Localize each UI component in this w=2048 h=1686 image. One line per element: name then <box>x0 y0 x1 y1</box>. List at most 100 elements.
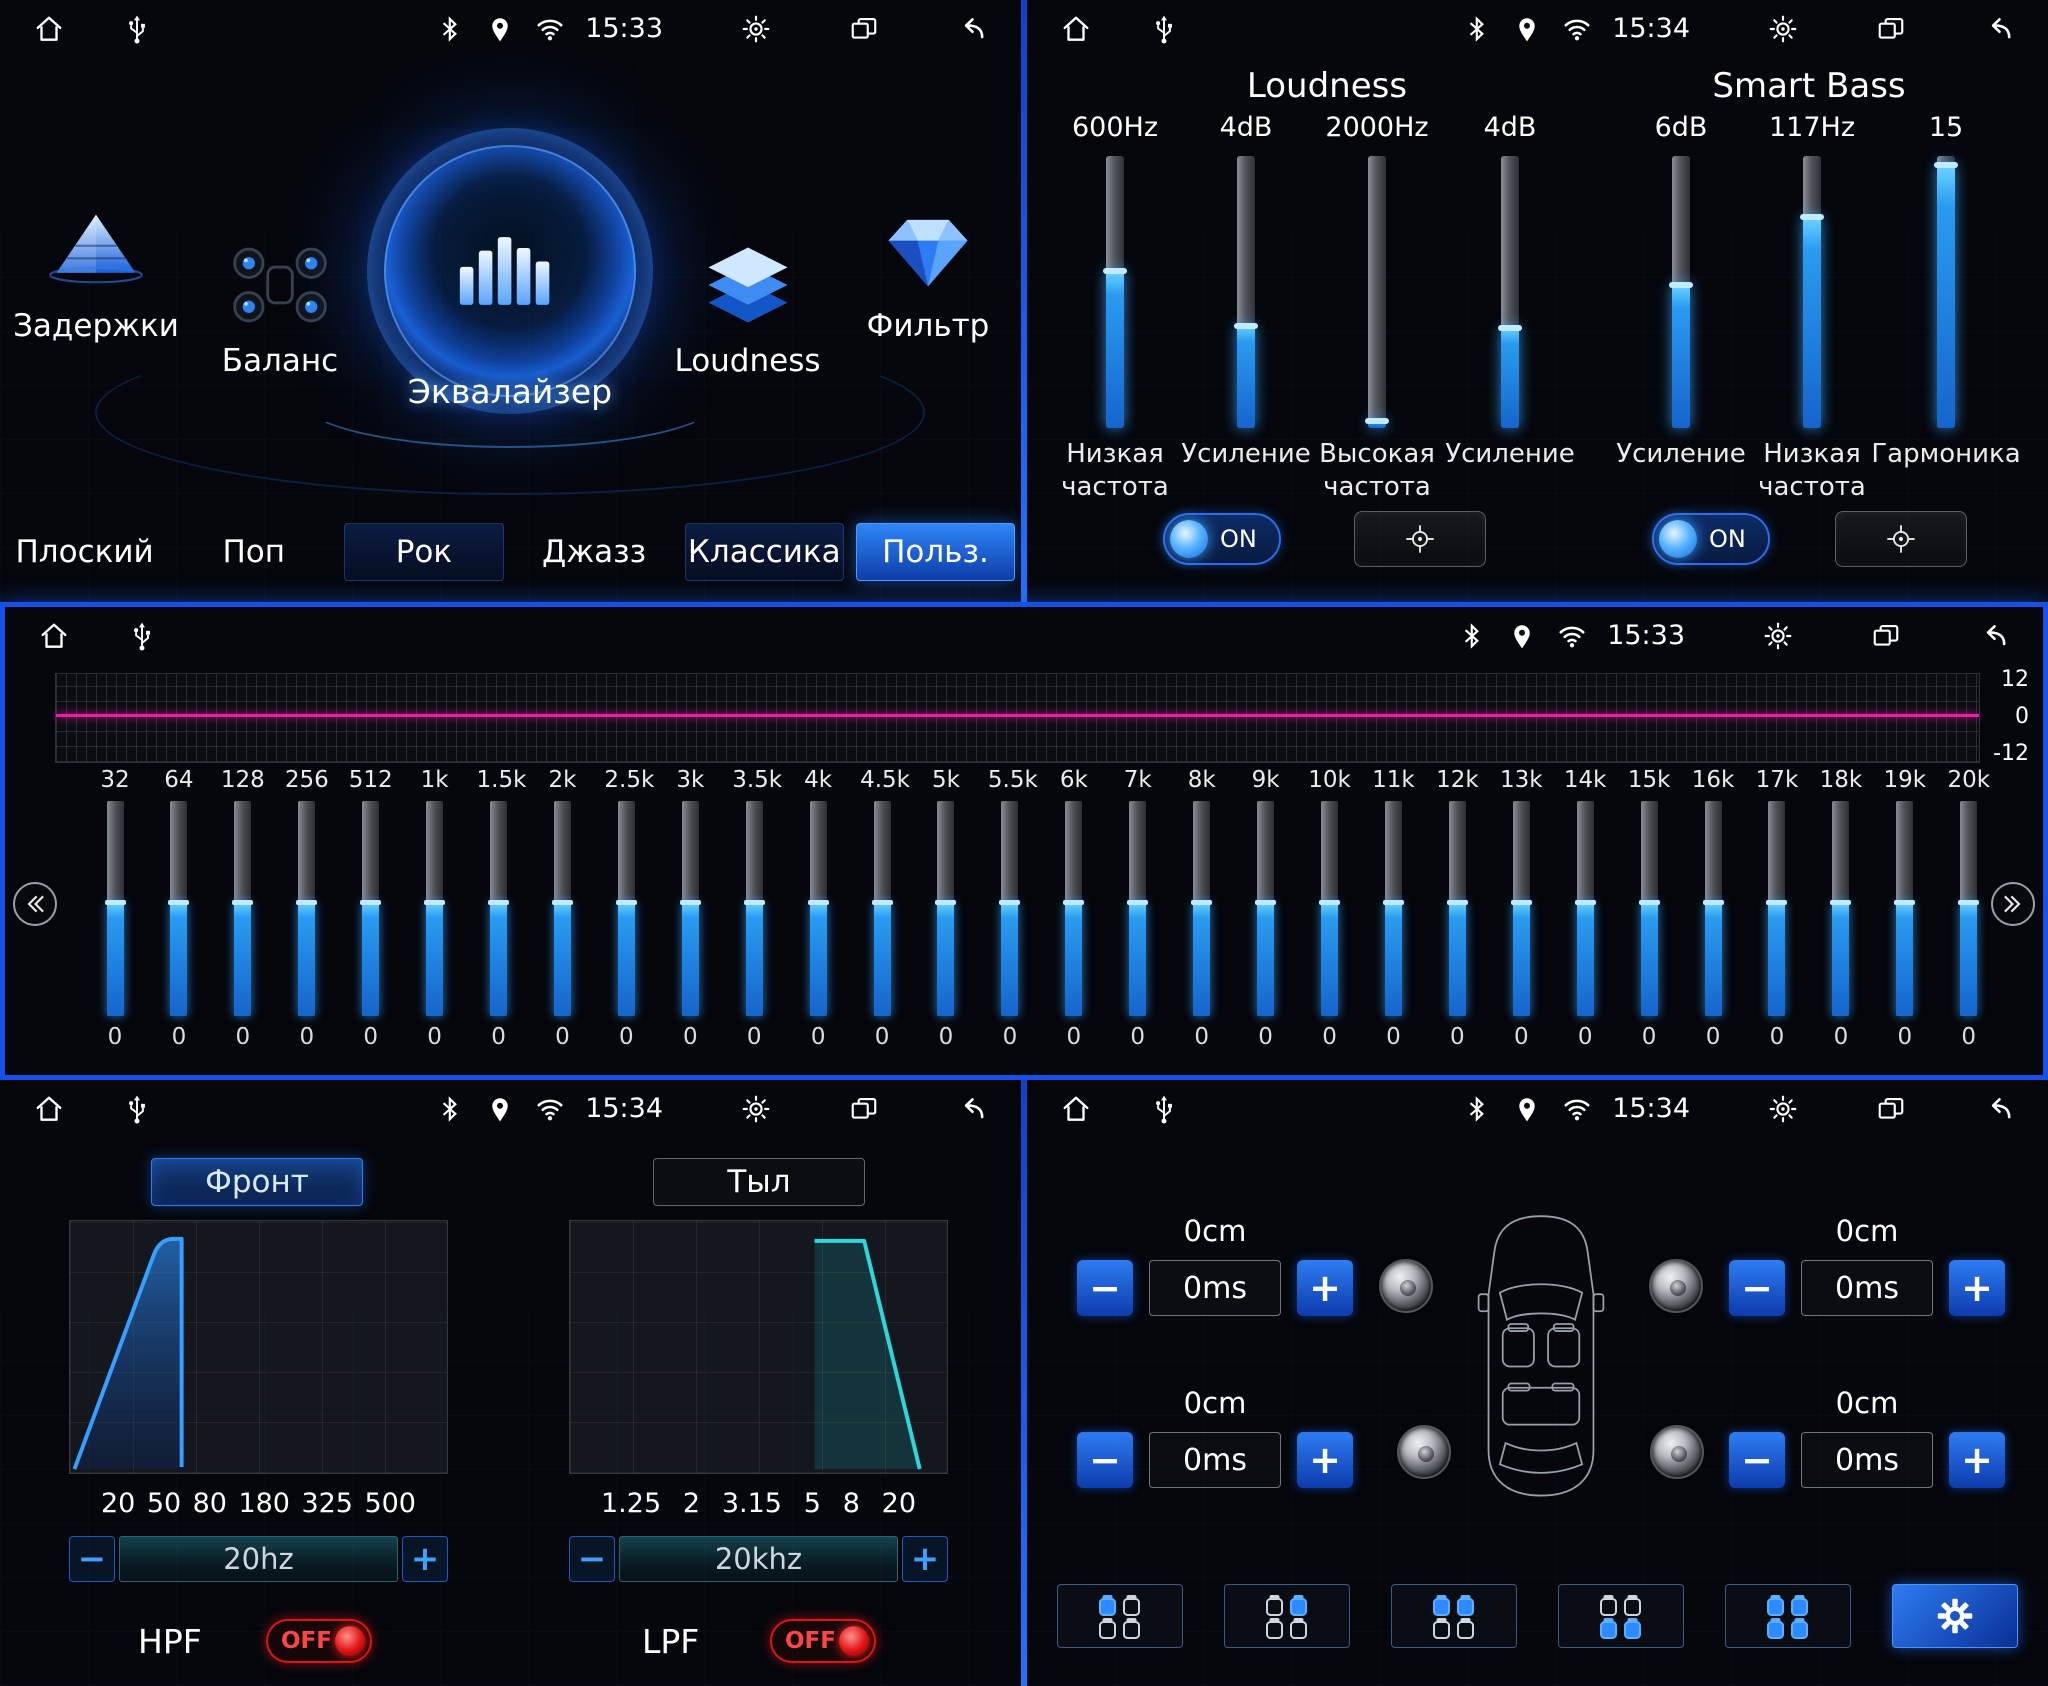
band-slider[interactable] <box>1193 801 1210 1016</box>
band-slider[interactable] <box>1960 801 1977 1016</box>
home-icon[interactable] <box>34 1094 64 1124</box>
home-icon[interactable] <box>1061 1094 1091 1124</box>
slider-track[interactable] <box>1106 156 1124 428</box>
delay-decrease-button[interactable]: − <box>1077 1260 1133 1316</box>
back-icon[interactable] <box>1984 14 2014 44</box>
lpf-frequency-bar[interactable]: 20khz <box>619 1536 898 1582</box>
channel-tab-rear[interactable]: Тыл <box>653 1158 865 1206</box>
loudness-reset-button[interactable] <box>1354 511 1486 567</box>
hpf-decrease-button[interactable]: − <box>69 1536 115 1582</box>
listening-position-passenger[interactable] <box>1224 1584 1350 1648</box>
menu-item-loudness[interactable]: Loudness <box>650 235 845 379</box>
slider-track[interactable] <box>1501 156 1519 428</box>
back-icon[interactable] <box>1984 1094 2014 1124</box>
band-slider[interactable] <box>874 801 891 1016</box>
slider-track[interactable] <box>1672 156 1690 428</box>
band-slider[interactable] <box>1449 801 1466 1016</box>
band-slider[interactable] <box>682 801 699 1016</box>
brightness-icon[interactable] <box>1768 14 1798 44</box>
channel-tab-front[interactable]: Фронт <box>151 1158 363 1206</box>
slider-track[interactable] <box>1937 156 1955 428</box>
delay-decrease-button[interactable]: − <box>1077 1432 1133 1488</box>
slider-track[interactable] <box>1803 156 1821 428</box>
lpf-graph <box>569 1220 948 1474</box>
brightness-icon[interactable] <box>741 14 771 44</box>
band-slider[interactable] <box>234 801 251 1016</box>
lpf-increase-button[interactable]: + <box>902 1536 948 1582</box>
delay-group-front-right: 0cm−0ms+ <box>1729 1214 2005 1316</box>
delay-settings-button[interactable] <box>1892 1584 2018 1648</box>
eq-preset[interactable]: Классика <box>685 523 844 581</box>
menu-item-equalizer[interactable]: Эквалайзер <box>355 128 665 448</box>
back-icon[interactable] <box>957 1094 987 1124</box>
band-slider[interactable] <box>937 801 954 1016</box>
delay-increase-button[interactable]: + <box>1297 1260 1353 1316</box>
eq-preset[interactable]: Польз. <box>856 523 1015 581</box>
home-icon[interactable] <box>34 14 64 44</box>
band-slider[interactable] <box>1129 801 1146 1016</box>
back-icon[interactable] <box>957 14 987 44</box>
eq-preset[interactable]: Джазз <box>516 523 673 581</box>
home-icon[interactable] <box>1061 14 1091 44</box>
brightness-icon[interactable] <box>741 1094 771 1124</box>
band-slider[interactable] <box>1257 801 1274 1016</box>
menu-item-filter[interactable]: Фильтр <box>838 200 1018 344</box>
band-slider[interactable] <box>746 801 763 1016</box>
band-slider[interactable] <box>1513 801 1530 1016</box>
eq-preset[interactable]: Рок <box>344 523 503 581</box>
hpf-frequency-bar[interactable]: 20hz <box>119 1536 398 1582</box>
band-slider[interactable] <box>1768 801 1785 1016</box>
band-slider[interactable] <box>1321 801 1338 1016</box>
band-slider[interactable] <box>1065 801 1082 1016</box>
slider-track[interactable] <box>1237 156 1255 428</box>
slider-track[interactable] <box>1368 156 1386 428</box>
lpf-toggle[interactable]: OFF <box>770 1619 876 1663</box>
listening-position-rear[interactable] <box>1558 1584 1684 1648</box>
delay-increase-button[interactable]: + <box>1297 1432 1353 1488</box>
band-slider[interactable] <box>107 801 124 1016</box>
band-slider[interactable] <box>1641 801 1658 1016</box>
brightness-icon[interactable] <box>1763 621 1793 651</box>
eq-preset[interactable]: Поп <box>175 523 332 581</box>
listening-position-driver[interactable] <box>1057 1584 1183 1648</box>
eq-preset[interactable]: Плоский <box>6 523 163 581</box>
band-slider[interactable] <box>1001 801 1018 1016</box>
band-slider[interactable] <box>426 801 443 1016</box>
smartbass-reset-button[interactable] <box>1835 511 1967 567</box>
recent-apps-icon[interactable] <box>849 1094 879 1124</box>
prev-page-button[interactable] <box>13 882 57 926</box>
recent-apps-icon[interactable] <box>849 14 879 44</box>
hpf-toggle[interactable]: OFF <box>266 1619 372 1663</box>
listening-position-all[interactable] <box>1725 1584 1851 1648</box>
band-slider[interactable] <box>1577 801 1594 1016</box>
recent-apps-icon[interactable] <box>1876 1094 1906 1124</box>
home-icon[interactable] <box>39 621 69 651</box>
delay-increase-button[interactable]: + <box>1949 1432 2005 1488</box>
loudness-toggle[interactable]: ON <box>1163 513 1281 565</box>
smartbass-toggle[interactable]: ON <box>1652 513 1770 565</box>
band-slider[interactable] <box>1705 801 1722 1016</box>
listening-position-front[interactable] <box>1391 1584 1517 1648</box>
hpf-increase-button[interactable]: + <box>402 1536 448 1582</box>
recent-apps-icon[interactable] <box>1871 621 1901 651</box>
band-slider[interactable] <box>490 801 507 1016</box>
band-slider[interactable] <box>810 801 827 1016</box>
next-page-button[interactable] <box>1991 882 2035 926</box>
recent-apps-icon[interactable] <box>1876 14 1906 44</box>
band-slider[interactable] <box>298 801 315 1016</box>
delay-decrease-button[interactable]: − <box>1729 1432 1785 1488</box>
back-icon[interactable] <box>1979 621 2009 651</box>
brightness-icon[interactable] <box>1768 1094 1798 1124</box>
band-slider[interactable] <box>1832 801 1849 1016</box>
delay-decrease-button[interactable]: − <box>1729 1260 1785 1316</box>
band-slider[interactable] <box>362 801 379 1016</box>
lpf-decrease-button[interactable]: − <box>569 1536 615 1582</box>
band-slider[interactable] <box>1385 801 1402 1016</box>
menu-item-delays[interactable]: Задержки <box>6 200 186 344</box>
band-slider[interactable] <box>170 801 187 1016</box>
menu-item-balance[interactable]: Баланс <box>185 235 375 379</box>
band-slider[interactable] <box>554 801 571 1016</box>
band-slider[interactable] <box>1896 801 1913 1016</box>
delay-increase-button[interactable]: + <box>1949 1260 2005 1316</box>
band-slider[interactable] <box>618 801 635 1016</box>
